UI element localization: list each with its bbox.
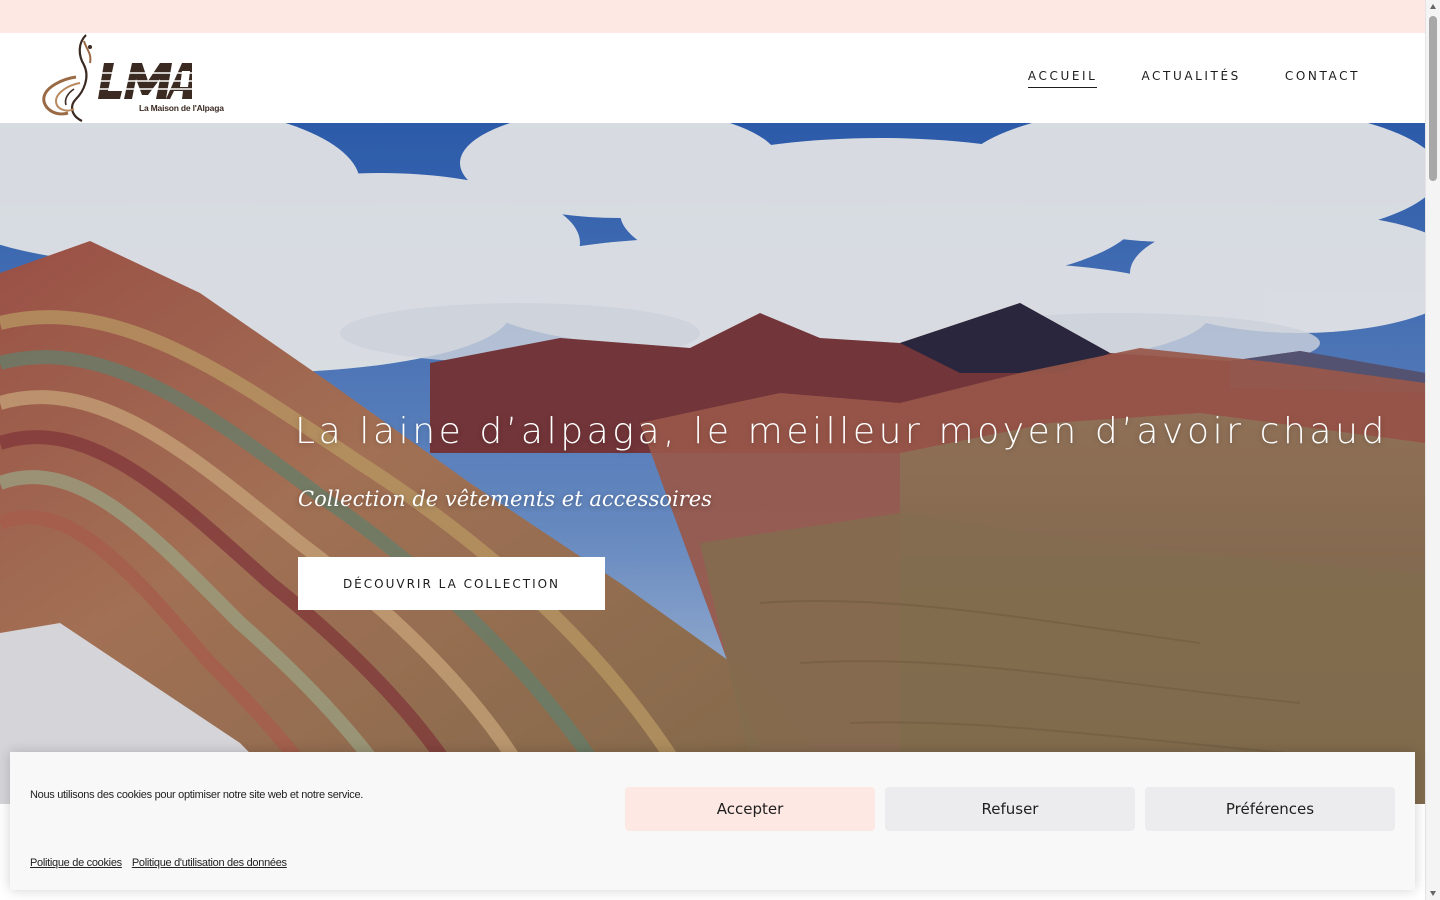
chevron-down-icon[interactable] (1430, 891, 1436, 896)
discover-collection-button[interactable]: DÉCOUVRIR LA COLLECTION (298, 557, 605, 610)
refuse-cookies-button[interactable]: Refuser (885, 787, 1135, 831)
chevron-up-icon[interactable] (1430, 4, 1436, 9)
top-announcement-bar (0, 0, 1425, 33)
nav-item-actualites[interactable]: ACTUALITÉS (1141, 69, 1240, 88)
hero-title: La laine d’alpaga, le meilleur moyen d’a… (295, 411, 1388, 452)
cookie-preferences-button[interactable]: Préférences (1145, 787, 1395, 831)
site-logo[interactable]: La Maison de l'Alpaga (40, 33, 224, 123)
site-header: La Maison de l'Alpaga ACCUEIL ACTUALITÉS… (0, 33, 1425, 123)
cookie-message: Nous utilisons des cookies pour optimise… (30, 789, 364, 801)
logo-tagline: La Maison de l'Alpaga (139, 103, 224, 113)
accept-cookies-button[interactable]: Accepter (625, 787, 875, 831)
scrollbar-thumb[interactable] (1429, 16, 1437, 181)
hero-section: La laine d’alpaga, le meilleur moyen d’a… (0, 123, 1425, 804)
main-navigation: ACCUEIL ACTUALITÉS CONTACT (1027, 33, 1360, 123)
data-policy-link[interactable]: Politique d'utilisation des données (132, 857, 287, 869)
nav-item-accueil[interactable]: ACCUEIL (1027, 69, 1098, 88)
nav-item-contact[interactable]: CONTACT (1285, 69, 1360, 88)
cookie-policy-link[interactable]: Politique de cookies (30, 857, 122, 869)
hero-subtitle: Collection de vêtements et accessoires (298, 487, 712, 511)
hero-background-image (0, 123, 1425, 804)
cookie-consent-banner: Nous utilisons des cookies pour optimise… (10, 752, 1415, 890)
page-scrollbar[interactable] (1425, 0, 1440, 900)
cookie-policy-links: Politique de cookies Politique d'utilisa… (30, 857, 287, 869)
